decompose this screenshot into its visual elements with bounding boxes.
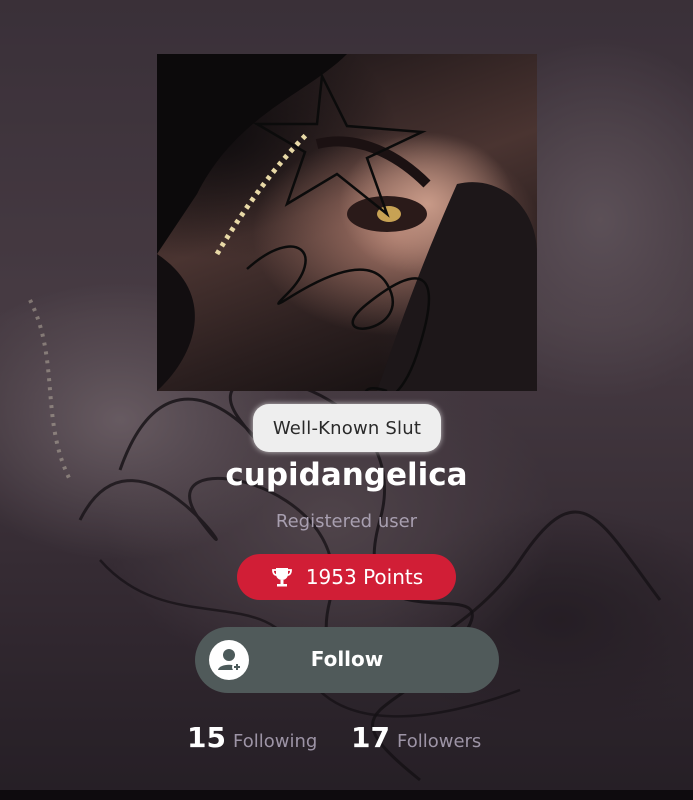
title-badge-text: Well-Known Slut: [272, 417, 422, 439]
following-label[interactable]: Following: [233, 731, 317, 752]
profile-avatar[interactable]: [157, 54, 537, 391]
bottom-edge-bar: [0, 790, 693, 800]
title-badge: Well-Known Slut: [253, 404, 441, 452]
follow-label: Follow: [310, 647, 384, 671]
points-badge[interactable]: 1953 Points: [237, 554, 456, 600]
trophy-icon: [271, 568, 292, 587]
avatar-drawing: [157, 54, 537, 391]
follow-stats: 15 Following 17 Followers: [0, 717, 693, 757]
follow-button[interactable]: Follow: [195, 627, 499, 693]
user-role: Registered user: [275, 511, 418, 532]
followers-count[interactable]: 17: [351, 721, 390, 754]
points-text: 1953 Points: [305, 565, 424, 589]
followers-label[interactable]: Followers: [397, 731, 481, 752]
following-count[interactable]: 15: [187, 721, 226, 754]
username: cupidangelica: [225, 457, 468, 493]
